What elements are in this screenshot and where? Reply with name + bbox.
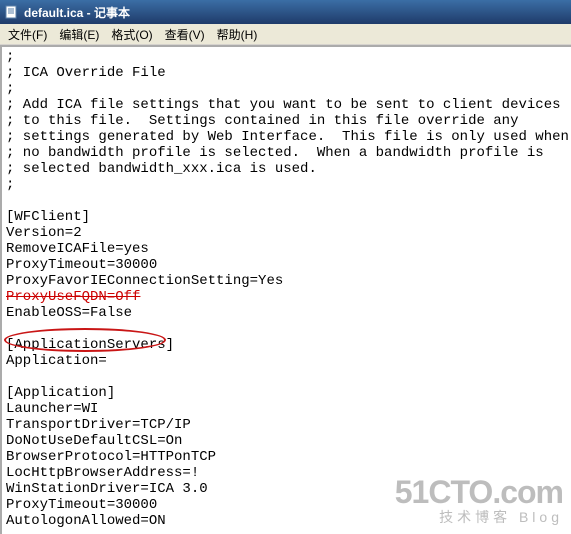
- menu-help[interactable]: 帮助(H): [211, 24, 264, 45]
- menubar: 文件(F) 编辑(E) 格式(O) 查看(V) 帮助(H): [0, 24, 571, 45]
- notepad-window: default.ica - 记事本 文件(F) 编辑(E) 格式(O) 查看(V…: [0, 0, 571, 534]
- editor-text[interactable]: ; ; ICA Override File ; ; Add ICA file s…: [2, 47, 571, 531]
- editor-area[interactable]: ; ; ICA Override File ; ; Add ICA file s…: [0, 45, 571, 534]
- window-title: default.ica - 记事本: [24, 4, 130, 21]
- menu-edit[interactable]: 编辑(E): [53, 24, 105, 45]
- menu-file[interactable]: 文件(F): [2, 24, 53, 45]
- menu-format[interactable]: 格式(O): [105, 24, 158, 45]
- notepad-icon: [4, 4, 20, 20]
- menu-view[interactable]: 查看(V): [159, 24, 211, 45]
- titlebar[interactable]: default.ica - 记事本: [0, 0, 571, 24]
